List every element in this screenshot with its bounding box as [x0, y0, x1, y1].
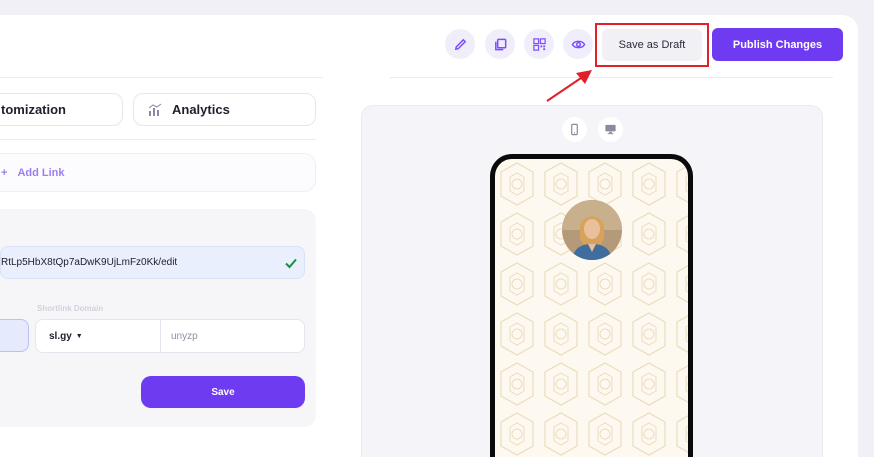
edit-icon[interactable] [445, 29, 475, 59]
tab-label: Analytics [172, 102, 230, 117]
add-link-label: Add Link [17, 166, 65, 179]
add-link-button[interactable]: + Add Link [0, 153, 316, 192]
url-value: RtLp5HbX8tQp7aDwK9UjLmFz0Kk/edit [1, 257, 178, 268]
copy-icon[interactable] [485, 29, 515, 59]
caret-down-icon: ▼ [75, 332, 83, 340]
domain-selected: sl.gy [49, 330, 72, 342]
qr-code-icon[interactable] [524, 29, 554, 59]
avatar [562, 200, 622, 260]
divider [0, 77, 323, 78]
plus-icon: + [1, 166, 8, 179]
divider [390, 77, 833, 78]
destination-url-field[interactable]: RtLp5HbX8tQp7aDwK9UjLmFz0Kk/edit [0, 246, 305, 279]
annotation-arrow [546, 70, 592, 102]
divider [0, 139, 316, 140]
highlight-box [595, 23, 709, 67]
shortlink-domain-label: Shortlink Domain [37, 304, 104, 313]
domain-select[interactable]: sl.gy ▼ [35, 319, 161, 353]
eye-icon[interactable] [563, 29, 593, 59]
publish-changes-button[interactable]: Publish Changes [712, 28, 843, 61]
desktop-icon[interactable] [598, 117, 623, 142]
slug-input[interactable] [160, 319, 305, 353]
tab-analytics[interactable]: Analytics [133, 93, 316, 126]
tab-label: tomization [1, 102, 66, 117]
analytics-icon [148, 103, 162, 116]
check-icon [285, 258, 297, 269]
save-button[interactable]: Save [141, 376, 305, 408]
toggle-field[interactable] [0, 319, 29, 352]
mobile-icon[interactable] [562, 117, 587, 142]
tab-customization[interactable]: tomization [0, 93, 123, 126]
